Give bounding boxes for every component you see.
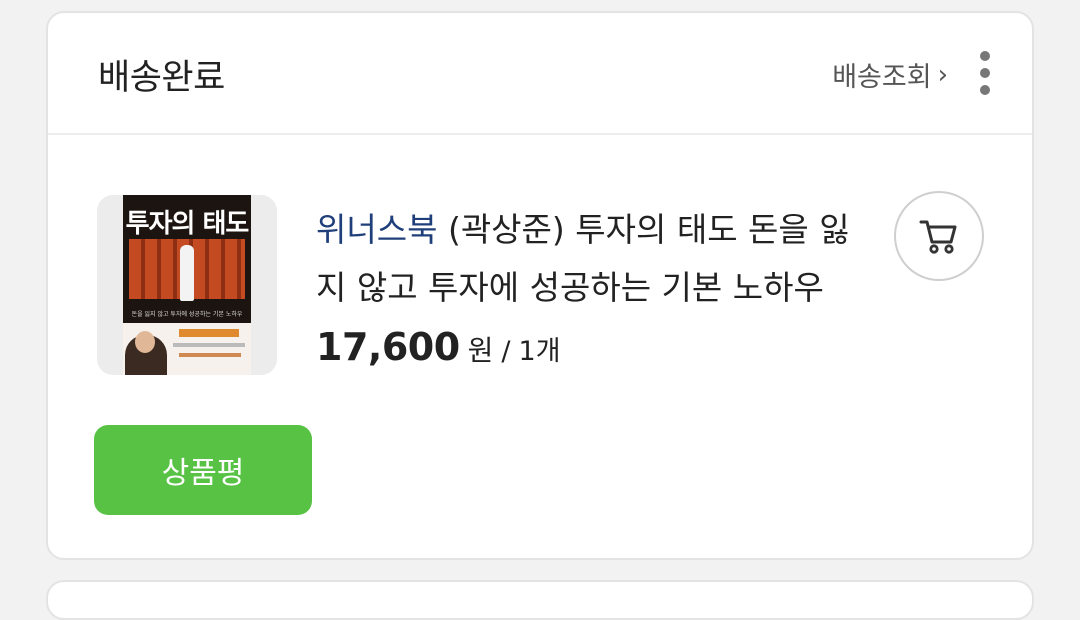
product-price: 17,600	[316, 325, 460, 369]
product-quantity: 1개	[518, 336, 561, 367]
product-thumbnail[interactable]: 투자의 태도 돈을 잃지 않고 투자에 성공하는 기본 노하우	[97, 195, 277, 375]
price-row: 17,600 원 / 1개	[316, 325, 561, 369]
next-order-card	[46, 580, 1034, 620]
product-brand: 위너스북	[316, 210, 438, 249]
chess-king-icon	[180, 245, 194, 301]
track-delivery-link[interactable]: 배송조회 ›	[832, 55, 948, 94]
book-cover-subtitle: 돈을 잃지 않고 투자에 성공하는 기본 노하우	[131, 311, 243, 318]
product-name-link[interactable]: 위너스북 (곽상준) 투자의 태도 돈을 잃지 않고 투자에 성공하는 기본 노…	[316, 201, 876, 317]
chevron-right-icon: ›	[937, 59, 948, 90]
currency-unit: 원	[467, 334, 494, 367]
write-review-button[interactable]: 상품평	[94, 425, 312, 515]
delivery-status-title: 배송완료	[98, 58, 225, 98]
cart-icon	[919, 220, 957, 254]
order-card: 배송완료 배송조회 › 투자의 태도 돈을 잃지 않고 투자에 성공하는 기본 …	[46, 11, 1034, 560]
price-separator: /	[501, 336, 511, 367]
add-to-cart-button[interactable]	[894, 191, 984, 281]
book-cover: 투자의 태도 돈을 잃지 않고 투자에 성공하는 기본 노하우	[123, 195, 251, 375]
track-delivery-label: 배송조회	[832, 62, 932, 93]
more-options-icon[interactable]	[978, 51, 992, 95]
book-cover-title: 투자의 태도	[125, 209, 250, 239]
order-card-header: 배송완료 배송조회 ›	[48, 13, 1032, 135]
